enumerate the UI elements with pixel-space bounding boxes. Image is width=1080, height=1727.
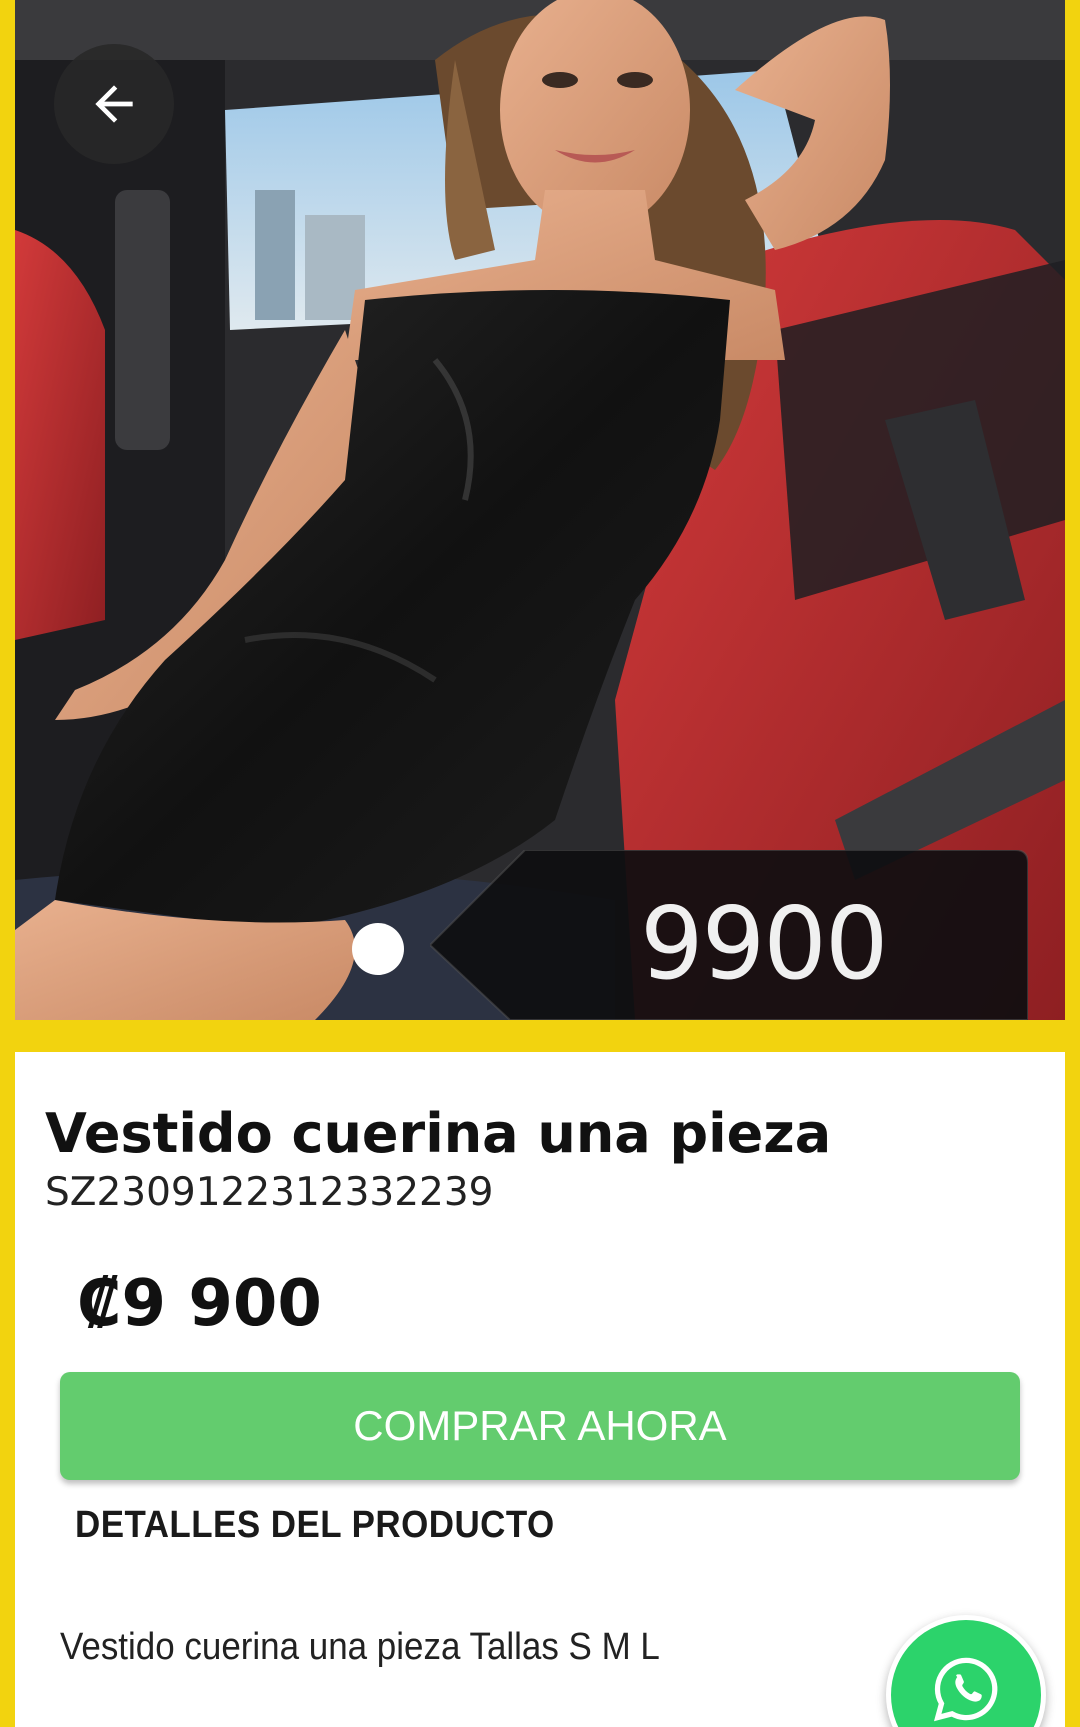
price-tag-value: 9900	[640, 885, 888, 1002]
product-sku: SZ2309122312332239	[45, 1170, 494, 1215]
carousel-dot[interactable]	[352, 923, 404, 975]
back-button[interactable]	[54, 44, 174, 164]
buy-now-button[interactable]: COMPRAR AHORA	[60, 1372, 1020, 1480]
product-page: 9900 Vestido cuerina una pieza SZ2309122…	[0, 0, 1080, 1727]
details-heading: DETALLES DEL PRODUCTO	[75, 1504, 555, 1546]
arrow-left-icon	[95, 85, 133, 123]
product-price: ₡9 900	[77, 1267, 322, 1341]
whatsapp-icon	[933, 1657, 998, 1722]
product-info-card: Vestido cuerina una pieza SZ230912231233…	[15, 1052, 1065, 1727]
product-title: Vestido cuerina una pieza	[45, 1102, 832, 1165]
price-tag-overlay: 9900	[430, 850, 1028, 1020]
product-photo[interactable]: 9900	[15, 0, 1065, 1020]
details-text: Vestido cuerina una pieza Tallas S M L	[60, 1626, 660, 1668]
